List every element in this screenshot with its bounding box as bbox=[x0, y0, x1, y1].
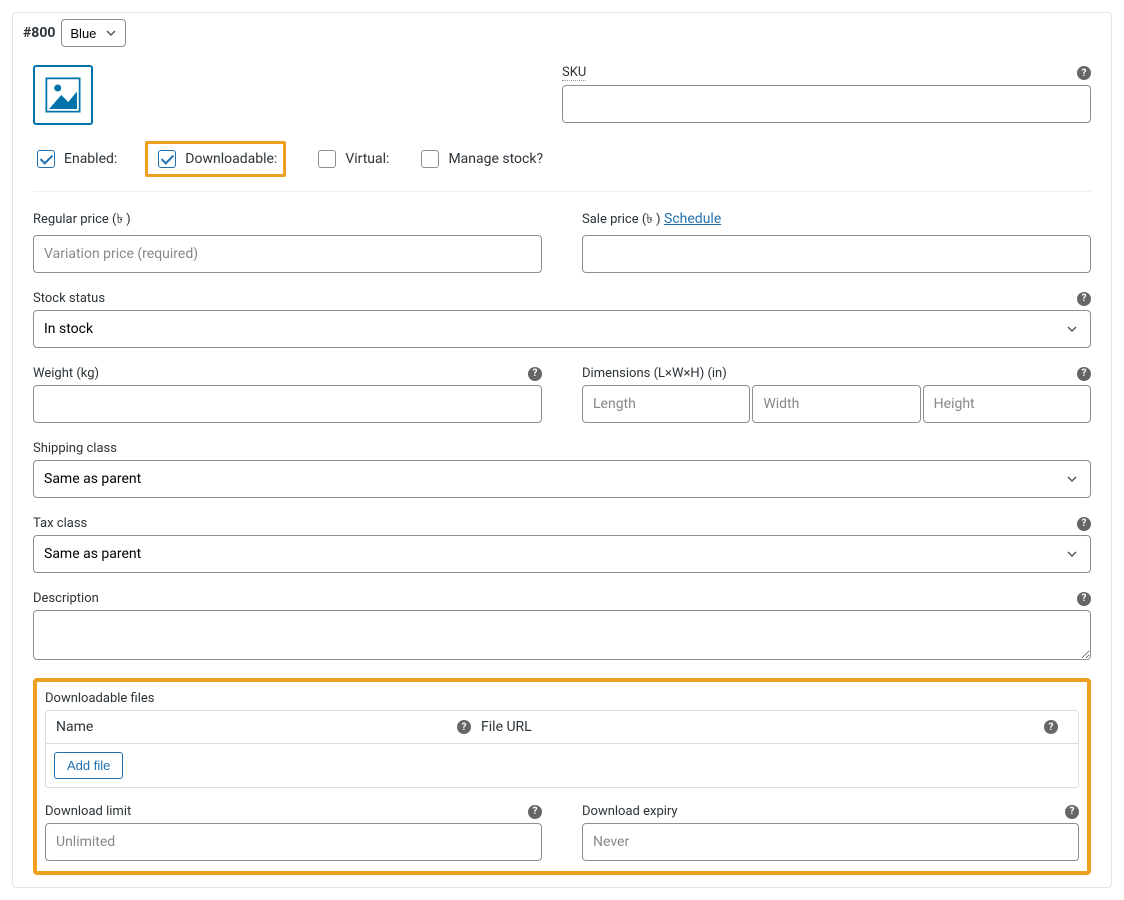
download-limit-input[interactable] bbox=[45, 823, 542, 861]
downloadable-section-highlight: Downloadable files Name ? File URL ? Add… bbox=[33, 678, 1091, 875]
manage-stock-label: Manage stock? bbox=[448, 151, 543, 167]
stock-status-label: Stock status bbox=[33, 291, 105, 306]
schedule-link[interactable]: Schedule bbox=[664, 211, 721, 227]
downloadable-checkbox-wrap: Downloadable: bbox=[154, 147, 277, 171]
weight-input[interactable] bbox=[33, 385, 542, 423]
enabled-checkbox[interactable] bbox=[37, 150, 55, 168]
help-icon[interactable]: ? bbox=[528, 805, 542, 819]
download-limit-label: Download limit bbox=[45, 804, 131, 819]
sku-input[interactable] bbox=[562, 85, 1091, 123]
variation-header: #800 Blue bbox=[13, 13, 1111, 53]
shipping-class-label: Shipping class bbox=[33, 441, 117, 456]
download-expiry-label: Download expiry bbox=[582, 804, 678, 819]
help-icon[interactable]: ? bbox=[1065, 805, 1079, 819]
weight-label: Weight (kg) bbox=[33, 366, 99, 381]
shipping-class-select[interactable]: Same as parent bbox=[33, 460, 1091, 498]
add-file-button[interactable]: Add file bbox=[54, 752, 123, 779]
manage-stock-checkbox[interactable] bbox=[421, 150, 439, 168]
dimensions-label: Dimensions (L×W×H) (in) bbox=[582, 366, 727, 381]
attribute-select[interactable]: Blue bbox=[61, 19, 126, 47]
width-input[interactable] bbox=[752, 385, 920, 423]
description-label: Description bbox=[33, 591, 99, 606]
variation-id: #800 bbox=[23, 25, 55, 41]
help-icon[interactable]: ? bbox=[457, 720, 471, 734]
sale-price-input[interactable] bbox=[582, 235, 1091, 273]
sku-label: SKU bbox=[562, 65, 586, 81]
help-icon[interactable]: ? bbox=[1077, 592, 1091, 606]
virtual-label: Virtual: bbox=[345, 151, 389, 167]
downloadable-files-table: Name ? File URL ? Add file bbox=[45, 710, 1079, 788]
enabled-label: Enabled: bbox=[64, 151, 117, 167]
help-icon[interactable]: ? bbox=[528, 367, 542, 381]
virtual-checkbox[interactable] bbox=[318, 150, 336, 168]
height-input[interactable] bbox=[923, 385, 1091, 423]
tax-class-select[interactable]: Same as parent bbox=[33, 535, 1091, 573]
help-icon[interactable]: ? bbox=[1077, 367, 1091, 381]
downloadable-label: Downloadable: bbox=[185, 151, 277, 167]
image-placeholder-icon bbox=[42, 74, 84, 116]
download-expiry-input[interactable] bbox=[582, 823, 1079, 861]
downloadable-files-label: Downloadable files bbox=[45, 691, 155, 706]
length-input[interactable] bbox=[582, 385, 750, 423]
tax-class-label: Tax class bbox=[33, 516, 87, 531]
stock-status-select[interactable]: In stock bbox=[33, 310, 1091, 348]
virtual-checkbox-wrap: Virtual: bbox=[314, 147, 389, 171]
regular-price-label: Regular price (৳ ) bbox=[33, 210, 131, 231]
th-name: Name bbox=[56, 719, 93, 735]
help-icon[interactable]: ? bbox=[1077, 517, 1091, 531]
th-file-url: File URL bbox=[481, 719, 532, 735]
downloadable-highlight: Downloadable: bbox=[145, 141, 286, 177]
regular-price-input[interactable] bbox=[33, 235, 542, 273]
downloadable-checkbox[interactable] bbox=[158, 150, 176, 168]
variation-image-upload[interactable] bbox=[33, 65, 93, 125]
help-icon[interactable]: ? bbox=[1077, 292, 1091, 306]
variation-panel: #800 Blue Enabled: bbox=[12, 12, 1112, 888]
help-icon[interactable]: ? bbox=[1077, 66, 1091, 80]
description-textarea[interactable] bbox=[33, 610, 1091, 660]
manage-stock-checkbox-wrap: Manage stock? bbox=[417, 147, 543, 171]
enabled-checkbox-wrap: Enabled: bbox=[33, 147, 117, 171]
sale-price-label: Sale price (৳ ) bbox=[582, 212, 661, 227]
help-icon[interactable]: ? bbox=[1044, 720, 1058, 734]
